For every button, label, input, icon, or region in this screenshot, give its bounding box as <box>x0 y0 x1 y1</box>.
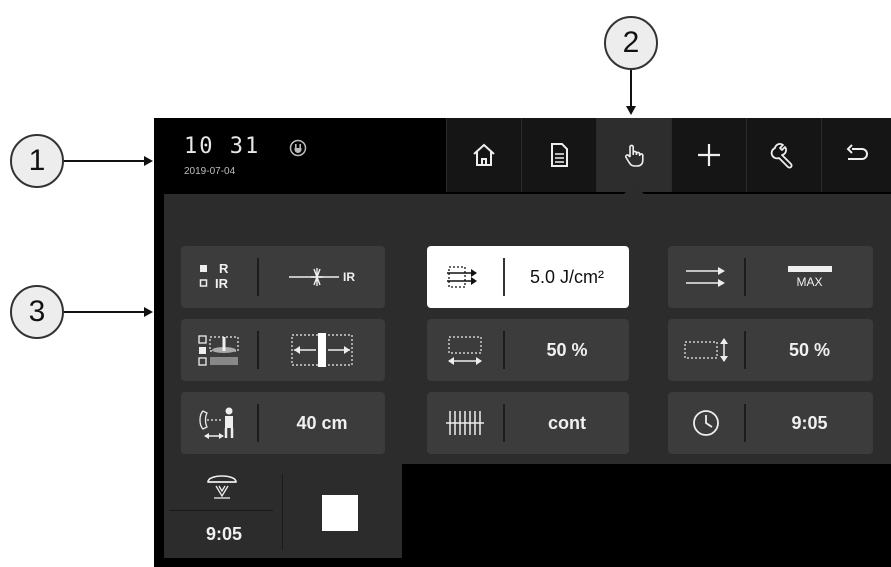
callout-1: 1 <box>10 134 64 188</box>
callout-1-arrowhead <box>144 156 153 166</box>
mode-value-ir: IR <box>343 269 355 284</box>
mode-select-icon: R IR <box>181 246 257 308</box>
callout-3-arrowhead <box>144 307 153 317</box>
active-tab-pointer <box>624 184 644 194</box>
mode-value: IR <box>259 246 385 308</box>
back-button[interactable] <box>821 118 891 192</box>
home-button[interactable] <box>446 118 521 192</box>
clock-icon <box>668 392 744 454</box>
back-arrow-icon <box>846 144 868 160</box>
field-width-tile[interactable]: 50 % <box>427 319 629 381</box>
callout-3: 3 <box>10 285 64 339</box>
distance-tile[interactable]: 40 cm <box>181 392 385 454</box>
field-position-icon <box>181 319 257 381</box>
add-button[interactable] <box>671 118 746 192</box>
power-max-label: MAX <box>796 274 823 289</box>
mode-label-ir: IR <box>215 276 228 291</box>
plus-icon <box>698 144 720 166</box>
home-icon <box>473 143 495 166</box>
lamp-divider-horizontal <box>169 510 273 511</box>
pulse-tile[interactable]: cont <box>427 392 629 454</box>
energy-value: 5.0 J/cm² <box>529 266 604 287</box>
callout-3-arrow <box>64 311 146 313</box>
power-tile[interactable]: MAX <box>668 246 873 308</box>
field-position-graphic <box>291 333 353 367</box>
ir-star-icon <box>289 268 339 286</box>
energy-icon <box>427 246 503 308</box>
pulse-value: cont <box>548 412 586 433</box>
field-position-tile[interactable] <box>181 319 385 381</box>
distance-icon <box>181 392 257 454</box>
settings-button[interactable] <box>746 118 821 192</box>
field-width-value: 50 % <box>546 339 588 360</box>
plug-icon <box>288 138 308 158</box>
device-screen: 10 31 2019-07-04 R IR IR 5.0 J/cm² MAX 5… <box>154 118 891 567</box>
callout-2-arrowhead <box>626 106 636 115</box>
document-icon <box>551 143 568 167</box>
hand-button[interactable] <box>596 118 671 192</box>
field-position-value <box>259 319 385 381</box>
callout-1-arrow <box>64 160 146 162</box>
mode-label-r: R <box>219 261 229 276</box>
energy-tile[interactable]: 5.0 J/cm² <box>427 246 629 308</box>
status-time: 10 31 <box>184 134 261 159</box>
power-level-bar <box>787 265 832 272</box>
field-height-tile[interactable]: 50 % <box>668 319 873 381</box>
distance-value: 40 cm <box>296 412 348 433</box>
wrench-icon <box>770 143 793 169</box>
document-button[interactable] <box>521 118 596 192</box>
field-height-icon <box>668 319 744 381</box>
power-icon <box>668 246 744 308</box>
stop-button[interactable] <box>322 495 358 531</box>
timer-tile[interactable]: 9:05 <box>668 392 873 454</box>
lamp-icon <box>202 470 242 507</box>
callout-2: 2 <box>604 16 658 70</box>
lamp-hours-value: 9:05 <box>205 524 243 544</box>
timer-value: 9:05 <box>791 412 828 433</box>
hand-icon <box>625 144 644 167</box>
pulse-icon <box>427 392 503 454</box>
mode-tile[interactable]: R IR IR <box>181 246 385 308</box>
callout-2-arrow <box>630 70 632 108</box>
field-height-value: 50 % <box>788 339 831 360</box>
power-value: MAX <box>746 246 873 308</box>
lamp-divider-vertical <box>282 474 283 550</box>
status-date: 2019-07-04 <box>184 166 236 177</box>
field-width-icon <box>427 319 503 381</box>
